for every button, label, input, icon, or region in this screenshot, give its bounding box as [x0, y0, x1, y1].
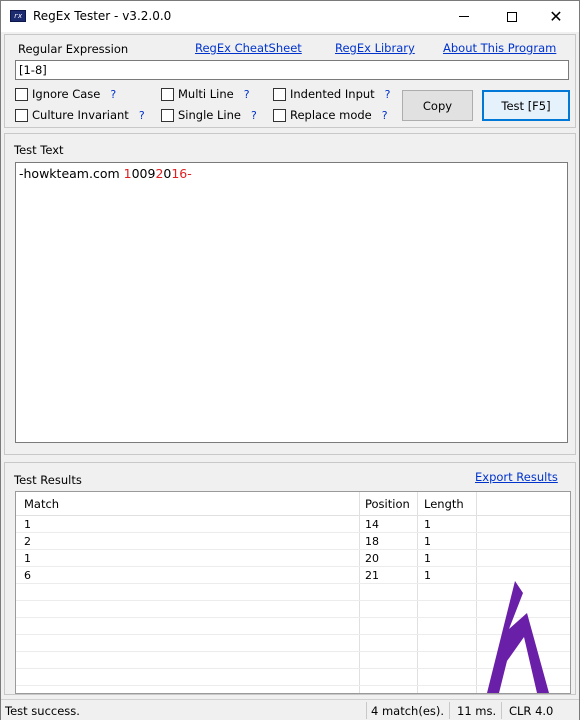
app-window: rx RegEx Tester - v3.2.0.0 ✕ Regular Exp…: [0, 0, 580, 720]
about-link[interactable]: About This Program: [443, 41, 556, 55]
close-icon: ✕: [549, 6, 563, 26]
status-elapsed-time: 11 ms.: [457, 703, 497, 718]
cell-position: 18: [365, 535, 379, 548]
indented-input-label: Indented Input: [290, 87, 375, 101]
ignore-case-checkbox[interactable]: [15, 87, 28, 101]
cell-length: 1: [424, 535, 431, 548]
library-link[interactable]: RegEx Library: [335, 41, 415, 55]
test-text-panel: Test Text -howkteam.com 10092016-: [4, 133, 576, 455]
export-results-link[interactable]: Export Results: [475, 470, 558, 484]
cell-position: 20: [365, 552, 379, 565]
minimize-button[interactable]: [441, 1, 487, 32]
minimize-icon: [459, 16, 469, 17]
cell-length: 1: [424, 569, 431, 582]
single-line-label: Single Line: [178, 108, 241, 122]
ignore-case-help[interactable]: ?: [110, 88, 116, 101]
ignore-case-option[interactable]: Ignore Case ?: [15, 87, 116, 101]
maximize-icon: [507, 11, 517, 22]
cell-match: 1: [24, 518, 31, 531]
indented-input-checkbox[interactable]: [273, 87, 286, 101]
results-table-header: Match Position Length: [16, 492, 570, 516]
cell-match: 6: [24, 569, 31, 582]
status-message: Test success.: [5, 703, 80, 718]
status-bar: Test success. 4 match(es). 11 ms. CLR 4.…: [1, 699, 579, 720]
ignore-case-label: Ignore Case: [32, 87, 101, 101]
test-text-prefix: -howkteam.com: [19, 166, 124, 181]
cell-match: 2: [24, 535, 31, 548]
match-highlight: 1: [123, 166, 132, 181]
multi-line-checkbox[interactable]: [161, 87, 174, 101]
app-icon: rx: [10, 10, 26, 22]
logo-shape: [487, 581, 549, 693]
close-button[interactable]: ✕: [533, 1, 579, 32]
multi-line-help[interactable]: ?: [244, 88, 250, 101]
cheatsheet-link[interactable]: RegEx CheatSheet: [195, 41, 302, 55]
status-match-count: 4 match(es).: [371, 703, 445, 718]
table-row[interactable]: 2 18 1: [16, 533, 570, 550]
single-line-option[interactable]: Single Line ?: [161, 108, 257, 122]
culture-invariant-option[interactable]: Culture Invariant ?: [15, 108, 145, 122]
cell-position: 14: [365, 518, 379, 531]
copy-button[interactable]: Copy: [402, 90, 473, 121]
test-text-suffix: -: [187, 166, 192, 181]
column-header-position[interactable]: Position: [365, 497, 410, 511]
culture-invariant-label: Culture Invariant: [32, 108, 129, 122]
status-separator: [366, 702, 367, 719]
column-header-match[interactable]: Match: [24, 497, 59, 511]
table-row[interactable]: 1 14 1: [16, 516, 570, 533]
test-text-segment: 00: [131, 166, 148, 181]
title-bar: rx RegEx Tester - v3.2.0.0 ✕: [1, 1, 579, 32]
replace-mode-label: Replace mode: [290, 108, 372, 122]
howkteam-logo: [487, 581, 549, 693]
test-text-editor[interactable]: -howkteam.com 10092016-: [15, 162, 568, 443]
single-line-checkbox[interactable]: [161, 108, 174, 122]
status-clr-version: CLR 4.0: [509, 703, 554, 718]
test-results-label: Test Results: [14, 473, 82, 487]
indented-input-help[interactable]: ?: [385, 88, 391, 101]
replace-mode-checkbox[interactable]: [273, 108, 286, 122]
multi-line-option[interactable]: Multi Line ?: [161, 87, 250, 101]
status-separator: [501, 702, 502, 719]
test-text-number: 10092016: [124, 166, 188, 181]
regex-label: Regular Expression: [18, 42, 129, 56]
table-row[interactable]: 1 20 1: [16, 550, 570, 567]
column-header-length[interactable]: Length: [424, 497, 464, 511]
replace-mode-option[interactable]: Replace mode ?: [273, 108, 388, 122]
regex-input[interactable]: [15, 60, 569, 80]
indented-input-option[interactable]: Indented Input ?: [273, 87, 391, 101]
culture-invariant-help[interactable]: ?: [139, 109, 145, 122]
cell-position: 21: [365, 569, 379, 582]
regex-panel: Regular Expression RegEx CheatSheet RegE…: [4, 34, 576, 128]
status-separator: [449, 702, 450, 719]
maximize-button[interactable]: [489, 1, 535, 32]
culture-invariant-checkbox[interactable]: [15, 108, 28, 122]
multi-line-label: Multi Line: [178, 87, 234, 101]
replace-mode-help[interactable]: ?: [382, 109, 388, 122]
cell-length: 1: [424, 552, 431, 565]
cell-match: 1: [24, 552, 31, 565]
test-text-label: Test Text: [14, 143, 64, 157]
test-button[interactable]: Test [F5]: [482, 90, 570, 121]
window-title: RegEx Tester - v3.2.0.0: [33, 9, 172, 23]
single-line-help[interactable]: ?: [251, 109, 257, 122]
cell-length: 1: [424, 518, 431, 531]
